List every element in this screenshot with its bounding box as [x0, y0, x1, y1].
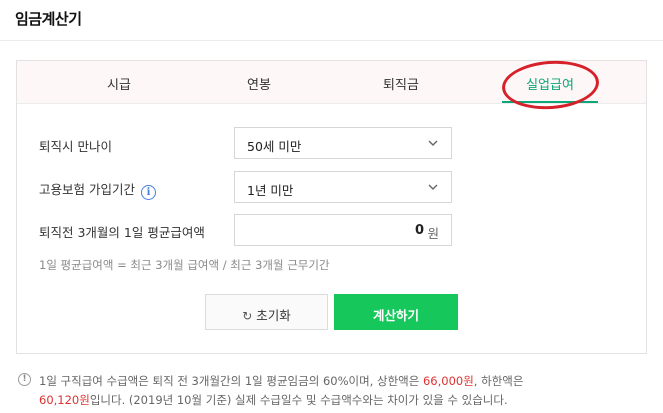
min-amount: 60,120원	[39, 393, 90, 407]
chevron-down-icon	[428, 184, 438, 190]
daily-wage-unit: 원	[427, 226, 439, 241]
chevron-down-icon	[428, 140, 438, 146]
tab-unemployment-benefit[interactable]: 실업급여	[526, 74, 574, 93]
info-icon[interactable]: i	[140, 185, 156, 200]
insurance-period-label-text: 고용보험 가입기간	[39, 182, 135, 197]
insurance-period-select[interactable]: 1년 미만	[234, 171, 452, 203]
formula-hint: 1일 평균급여액 = 최근 3개월 급여액 / 최근 3개월 근무기간	[39, 258, 330, 272]
notice-text-1: 1일 구직급여 수급액은 퇴직 전 3개월간의 1일 평균임금의 60%이며, …	[39, 374, 423, 388]
reset-button[interactable]: ↻ 초기화	[205, 294, 328, 330]
age-select-value: 50세 미만	[247, 139, 302, 154]
calculator-card: 시급 연봉 퇴직금 실업급여 퇴직시 만나이 50세 미만 고용보험 가입기간 i…	[16, 57, 647, 354]
tab-severance[interactable]: 퇴직금	[383, 74, 419, 93]
benefit-notice: 1일 구직급여 수급액은 퇴직 전 3개월간의 1일 평균임금의 60%이며, …	[39, 372, 639, 410]
tab-bar: 시급 연봉 퇴직금 실업급여	[17, 61, 646, 104]
daily-wage-input[interactable]: 0 원	[234, 214, 452, 246]
tab-hourly[interactable]: 시급	[107, 74, 131, 93]
tab-annual-salary[interactable]: 연봉	[247, 74, 271, 93]
calculate-button-label: 계산하기	[372, 308, 419, 323]
max-amount: 66,000원	[422, 374, 474, 388]
insurance-period-select-value: 1년 미만	[247, 183, 294, 198]
insurance-period-label: 고용보험 가입기간 i	[39, 179, 156, 200]
page-title: 임금계산기	[15, 10, 82, 28]
title-divider	[0, 40, 663, 41]
notice-text-3: 입니다. (2019년 10월 기준) 실제 수급일수 및 수급액수와는 차이가…	[89, 393, 508, 407]
active-tab-indicator	[502, 101, 598, 103]
age-label: 퇴직시 만나이	[39, 139, 112, 154]
daily-wage-label: 퇴직전 3개월의 1일 평균급여액	[39, 225, 205, 240]
age-select[interactable]: 50세 미만	[234, 127, 452, 159]
daily-wage-value: 0	[414, 223, 424, 238]
exclamation-icon: !	[18, 373, 31, 386]
reset-button-label: 초기화	[256, 308, 291, 323]
calculate-button[interactable]: 계산하기	[334, 294, 458, 330]
notice-text-2: , 하한액은	[473, 374, 524, 388]
refresh-icon: ↻	[242, 309, 253, 323]
